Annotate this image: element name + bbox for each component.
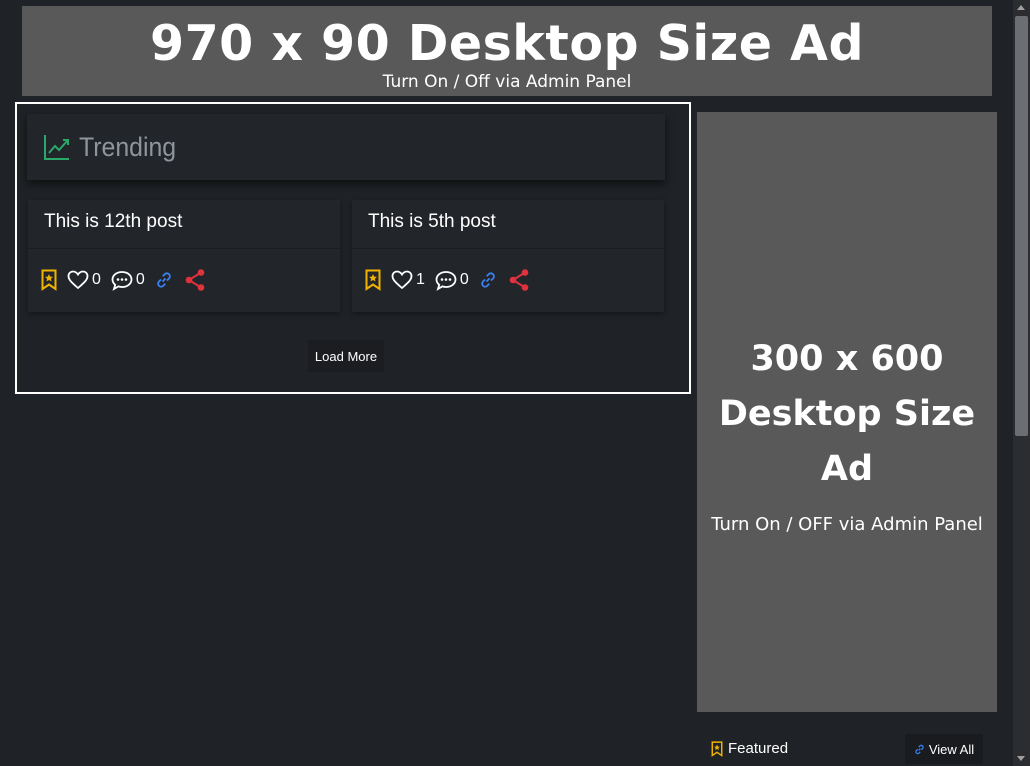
- bookmark-star-icon: [365, 269, 381, 291]
- heart-icon: [391, 270, 413, 290]
- featured-label: Featured: [728, 740, 789, 757]
- copy-link-button[interactable]: [479, 271, 497, 289]
- top-ad-subtitle: Turn On / Off via Admin Panel: [382, 72, 632, 92]
- comment-count: 0: [135, 271, 145, 288]
- featured-header: Featured View All: [697, 728, 997, 766]
- top-leaderboard-ad[interactable]: 970 x 90 Desktop Size Ad Turn On / Off v…: [22, 6, 992, 96]
- bookmark-star-icon: [711, 740, 723, 757]
- featured-title: Featured: [711, 740, 788, 757]
- like-count: 1: [416, 271, 425, 288]
- like-button[interactable]: 1: [391, 270, 425, 290]
- post-actions: 1 0: [352, 249, 664, 292]
- trending-header: Trending: [27, 114, 665, 180]
- trending-section: Trending This is 12th post 0 0 This is 5…: [15, 102, 691, 394]
- post-card[interactable]: This is 5th post 1 0: [352, 200, 664, 312]
- heart-icon: [67, 270, 89, 290]
- comment-button[interactable]: 0: [435, 270, 469, 291]
- like-count: 0: [92, 271, 101, 288]
- comment-button[interactable]: 0: [111, 270, 145, 291]
- share-icon: [185, 269, 205, 291]
- top-ad-title: 970 x 90 Desktop Size Ad: [149, 15, 865, 72]
- scrollbar-thumb[interactable]: [1015, 16, 1028, 436]
- bookmark-button[interactable]: [365, 269, 381, 291]
- bookmark-star-icon: [41, 269, 57, 291]
- post-card[interactable]: This is 12th post 0 0: [28, 200, 340, 312]
- share-button[interactable]: [183, 268, 207, 292]
- sidebar-ad[interactable]: 300 x 600 Desktop Size Ad Turn On / OFF …: [697, 112, 997, 712]
- post-title[interactable]: This is 12th post: [28, 200, 340, 249]
- side-ad-title-line2: Desktop Size Ad: [718, 394, 976, 489]
- comment-icon: [435, 270, 457, 291]
- post-title[interactable]: This is 5th post: [352, 200, 664, 249]
- link-icon: [915, 744, 924, 754]
- vertical-scrollbar[interactable]: [1013, 0, 1030, 766]
- load-more-button[interactable]: Load More: [308, 340, 384, 372]
- trending-heading: Trending: [79, 131, 177, 162]
- view-all-button[interactable]: View All: [905, 734, 983, 764]
- like-button[interactable]: 0: [67, 270, 101, 290]
- share-button[interactable]: [507, 268, 531, 292]
- share-icon: [509, 269, 529, 291]
- link-icon: [481, 272, 495, 288]
- copy-link-button[interactable]: [155, 271, 173, 289]
- comment-icon: [111, 270, 133, 291]
- side-ad-subtitle: Turn On / OFF via Admin Panel: [711, 514, 983, 535]
- link-icon: [157, 272, 171, 288]
- scroll-up-icon[interactable]: [1017, 5, 1025, 10]
- bookmark-button[interactable]: [41, 269, 57, 291]
- comment-count: 0: [459, 271, 469, 288]
- trending-up-icon: [44, 135, 69, 160]
- view-all-label: View All: [928, 741, 975, 757]
- side-ad-title: 300 x 600 Desktop Size Ad: [697, 332, 997, 497]
- post-actions: 0 0: [28, 249, 340, 292]
- side-ad-title-line1: 300 x 600: [750, 339, 944, 379]
- scroll-down-icon[interactable]: [1017, 756, 1025, 761]
